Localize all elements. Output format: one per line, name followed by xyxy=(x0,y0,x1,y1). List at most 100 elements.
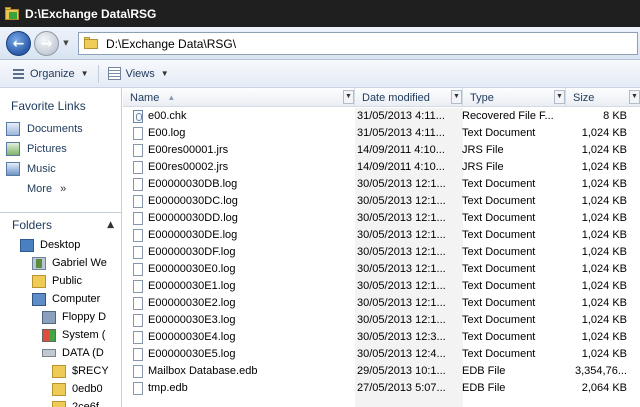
file-type: Text Document xyxy=(462,229,536,241)
file-icon xyxy=(133,144,143,157)
chk-file-icon xyxy=(133,110,143,123)
file-name: e00.chk xyxy=(148,110,187,122)
column-header-date[interactable]: Date modified ▼ xyxy=(355,88,463,107)
favorite-documents[interactable]: Documents xyxy=(6,120,83,138)
column-label: Type xyxy=(470,91,494,104)
file-icon xyxy=(133,195,143,208)
tree-label: 0edb0 xyxy=(72,383,103,395)
file-row[interactable]: Mailbox Database.edb 29/05/2013 10:1... … xyxy=(123,363,640,380)
file-name: E00000030DB.log xyxy=(148,178,238,190)
organize-label: Organize xyxy=(30,67,75,80)
file-type: EDB File xyxy=(462,365,506,377)
file-icon xyxy=(133,161,143,174)
file-row[interactable]: E00000030E1.log 30/05/2013 12:1... Text … xyxy=(123,278,640,295)
column-header-type[interactable]: Type ▼ xyxy=(463,88,566,107)
favorite-music[interactable]: Music xyxy=(6,160,56,178)
file-size: 1,024 KB xyxy=(581,263,627,275)
tree-item-desktop[interactable]: Desktop xyxy=(20,236,80,254)
chevron-down-icon: ▼ xyxy=(80,69,89,78)
file-size: 1,024 KB xyxy=(581,178,627,190)
file-type: Text Document xyxy=(462,127,536,139)
column-header-name[interactable]: Name ▲ ▼ xyxy=(123,88,355,107)
tree-item-computer[interactable]: Computer xyxy=(32,290,100,308)
column-header-size[interactable]: Size ▼ xyxy=(566,88,640,107)
folder-icon xyxy=(5,6,21,22)
file-row[interactable]: E00000030DD.log 30/05/2013 12:1... Text … xyxy=(123,210,640,227)
folder-icon xyxy=(52,382,66,396)
file-icon xyxy=(133,365,143,378)
file-date: 30/05/2013 12:3... xyxy=(357,331,446,343)
tree-item-floppy[interactable]: Floppy D xyxy=(42,308,106,326)
floppy-icon xyxy=(42,310,56,324)
desktop-icon xyxy=(20,238,34,252)
recent-pages-dropdown[interactable]: ▼ xyxy=(61,38,71,48)
views-icon xyxy=(107,67,121,80)
file-size: 1,024 KB xyxy=(581,280,627,292)
file-row[interactable]: e00.chk 31/05/2013 4:11... Recovered Fil… xyxy=(123,108,640,125)
favorite-pictures[interactable]: Pictures xyxy=(6,140,67,158)
file-row[interactable]: E00000030E2.log 30/05/2013 12:1... Text … xyxy=(123,295,640,312)
tree-item-folder[interactable]: 2ce6f xyxy=(52,398,99,407)
column-filter-dropdown[interactable]: ▼ xyxy=(554,90,565,104)
file-row[interactable]: E00000030DE.log 30/05/2013 12:1... Text … xyxy=(123,227,640,244)
file-row[interactable]: E00000030E3.log 30/05/2013 12:1... Text … xyxy=(123,312,640,329)
file-type: Text Document xyxy=(462,212,536,224)
file-row[interactable]: E00000030DF.log 30/05/2013 12:1... Text … xyxy=(123,244,640,261)
back-button[interactable]: ← xyxy=(6,31,31,56)
file-icon xyxy=(133,280,143,293)
file-name: tmp.edb xyxy=(148,382,188,394)
file-icon xyxy=(133,212,143,225)
file-name: E00000030E0.log xyxy=(148,263,236,275)
file-date: 30/05/2013 12:1... xyxy=(357,314,446,326)
folders-header[interactable]: Folders ▲ xyxy=(0,212,121,236)
forward-button[interactable]: → xyxy=(34,31,59,56)
tree-item-system[interactable]: System ( xyxy=(42,326,105,344)
file-row[interactable]: E00000030E0.log 30/05/2013 12:1... Text … xyxy=(123,261,640,278)
tree-item-recycle[interactable]: $RECY xyxy=(52,362,109,380)
organize-button[interactable]: Organize ▼ xyxy=(6,63,95,85)
tree-label: DATA (D xyxy=(62,347,104,359)
file-type: Text Document xyxy=(462,195,536,207)
tree-item-data-drive[interactable]: DATA (D xyxy=(42,344,104,362)
folder-icon xyxy=(32,274,46,288)
column-label: Size xyxy=(573,91,595,104)
column-filter-dropdown[interactable]: ▼ xyxy=(451,90,462,104)
drive-icon xyxy=(42,349,56,357)
file-type: Text Document xyxy=(462,331,536,343)
folder-icon xyxy=(52,400,66,407)
address-bar[interactable]: D:\Exchange Data\RSG\ xyxy=(78,32,638,55)
file-row[interactable]: E00000030DC.log 30/05/2013 12:1... Text … xyxy=(123,193,640,210)
file-row[interactable]: E00res00001.jrs 14/09/2011 4:10... JRS F… xyxy=(123,142,640,159)
file-row[interactable]: E00res00002.jrs 14/09/2011 4:10... JRS F… xyxy=(123,159,640,176)
favorite-label: Pictures xyxy=(27,143,67,155)
file-name: E00.log xyxy=(148,127,186,139)
file-icon xyxy=(133,331,143,344)
tree-label: $RECY xyxy=(72,365,109,377)
file-size: 1,024 KB xyxy=(581,229,627,241)
favorite-more[interactable]: More » xyxy=(27,180,66,198)
views-button[interactable]: Views ▼ xyxy=(102,63,175,85)
file-row[interactable]: E00000030E5.log 30/05/2013 12:4... Text … xyxy=(123,346,640,363)
file-row[interactable]: E00000030E4.log 30/05/2013 12:3... Text … xyxy=(123,329,640,346)
file-size: 1,024 KB xyxy=(581,331,627,343)
double-chevron-icon: » xyxy=(60,183,67,195)
file-row[interactable]: E00.log 31/05/2013 4:11... Text Document… xyxy=(123,125,640,142)
file-name: Mailbox Database.edb xyxy=(148,365,258,377)
file-date: 30/05/2013 12:1... xyxy=(357,212,446,224)
tree-item-folder[interactable]: 0edb0 xyxy=(52,380,103,398)
file-date: 31/05/2013 4:11... xyxy=(357,110,445,122)
tree-item-user[interactable]: Gabriel We xyxy=(32,254,107,272)
file-row[interactable]: tmp.edb 27/05/2013 5:07... EDB File 2,06… xyxy=(123,380,640,397)
file-name: E00000030E3.log xyxy=(148,314,236,326)
file-row[interactable]: E00000030DB.log 30/05/2013 12:1... Text … xyxy=(123,176,640,193)
tree-label: Gabriel We xyxy=(52,257,107,269)
column-filter-dropdown[interactable]: ▼ xyxy=(629,90,640,104)
file-date: 27/05/2013 5:07... xyxy=(357,382,446,394)
file-rows: e00.chk 31/05/2013 4:11... Recovered Fil… xyxy=(123,108,640,397)
file-name: E00000030E2.log xyxy=(148,297,236,309)
file-icon xyxy=(133,263,143,276)
column-filter-dropdown[interactable]: ▼ xyxy=(343,90,354,104)
file-icon xyxy=(133,297,143,310)
file-size: 1,024 KB xyxy=(581,195,627,207)
tree-item-public[interactable]: Public xyxy=(32,272,82,290)
